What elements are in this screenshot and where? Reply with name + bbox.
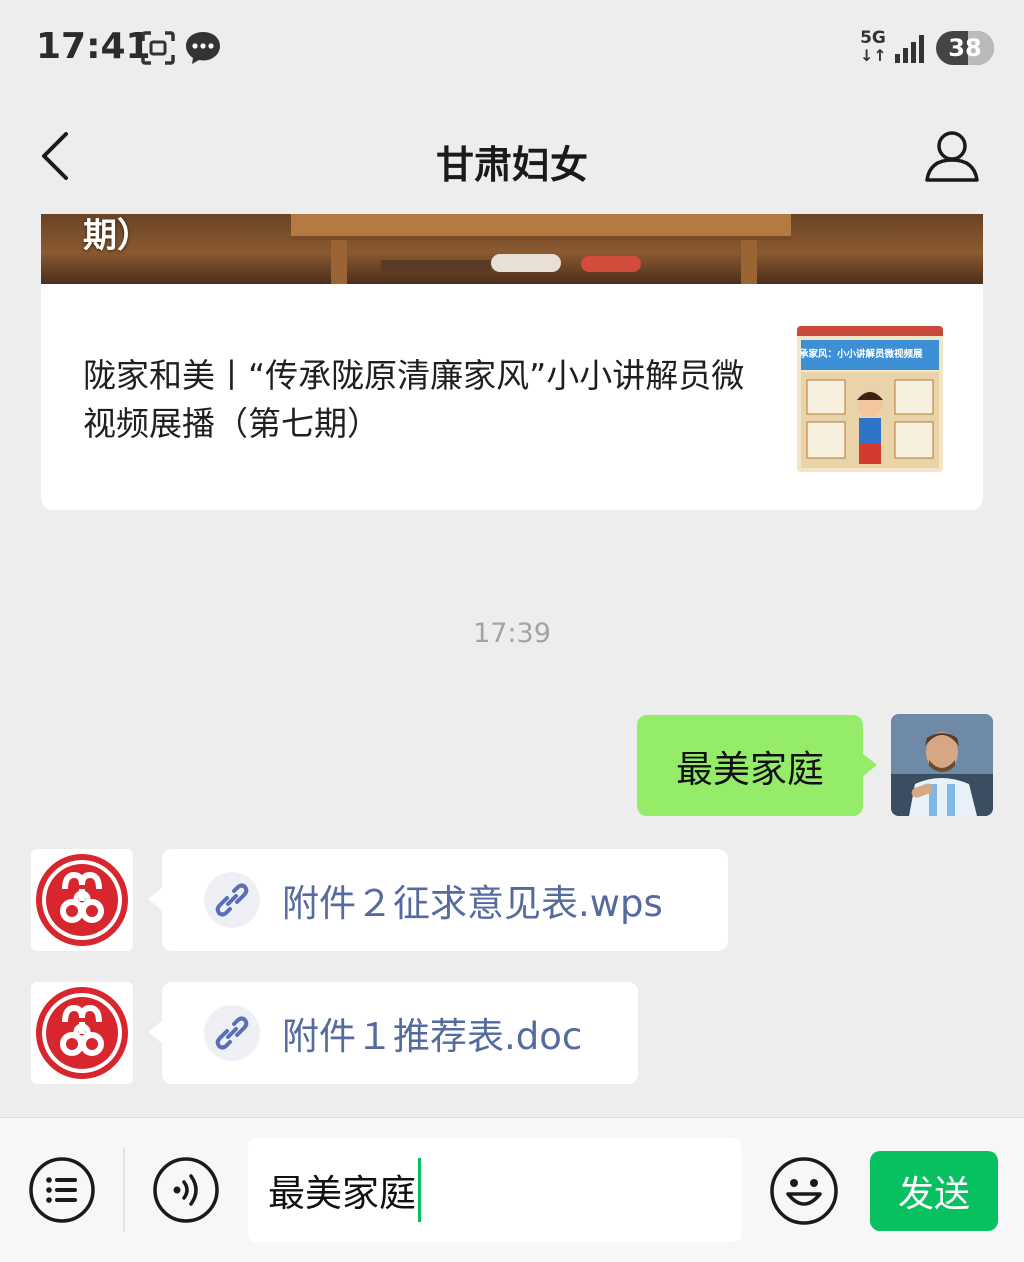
menu-list-icon[interactable] <box>28 1156 96 1224</box>
sender-avatar[interactable] <box>31 849 133 951</box>
file-message-bubble[interactable]: 附件２征求意见表.wps <box>148 849 728 951</box>
chat-title: 甘肃妇女 <box>435 143 588 187</box>
status-bar: 17:41 5G ↓↑ 38 <box>0 0 1024 100</box>
message-input-text: 最美家庭 <box>268 1172 416 1215</box>
sender-avatar[interactable] <box>31 982 133 1084</box>
article-card[interactable]: 期） 陇家和美丨“传承陇原清廉家风”小小讲解员微视频展播（第七期） 承家风：小小… <box>41 214 983 510</box>
file-name: 附件１推荐表.doc <box>282 1015 583 1058</box>
signal-strength-icon <box>895 35 924 63</box>
emoji-icon[interactable] <box>769 1156 839 1226</box>
outgoing-message-bubble[interactable]: 最美家庭 <box>637 715 877 816</box>
network-type-label: 5G ↓↑ <box>860 28 887 65</box>
text-caret <box>418 1158 421 1222</box>
file-name: 附件２征求意见表.wps <box>282 882 663 925</box>
article-title[interactable]: 陇家和美丨“传承陇原清廉家风”小小讲解员微视频展播（第七期） <box>83 352 773 448</box>
chat-header: 甘肃妇女 <box>0 100 1024 212</box>
voice-input-icon[interactable] <box>152 1156 220 1224</box>
link-icon <box>204 1005 260 1061</box>
message-timestamp: 17:39 <box>473 618 551 649</box>
thumbnail-caption: 承家风：小小讲解员微视频展 <box>799 349 923 360</box>
profile-icon[interactable] <box>922 126 982 186</box>
my-avatar[interactable] <box>891 714 993 816</box>
input-bar: 最美家庭 发送 <box>0 1117 1024 1262</box>
battery-indicator: 38 <box>936 31 994 65</box>
divider <box>123 1148 125 1232</box>
banner-caption: 期） <box>83 216 151 256</box>
screen-capture-icon <box>141 31 175 65</box>
send-button[interactable]: 发送 <box>870 1151 998 1231</box>
status-time: 17:41 <box>36 26 151 67</box>
message-notification-icon <box>186 32 220 64</box>
message-input[interactable]: 最美家庭 <box>248 1138 742 1242</box>
file-message-bubble[interactable]: 附件１推荐表.doc <box>148 982 638 1084</box>
article-thumbnail: 承家风：小小讲解员微视频展 <box>797 326 943 472</box>
link-icon <box>204 872 260 928</box>
article-banner-image: 期） <box>41 214 983 284</box>
